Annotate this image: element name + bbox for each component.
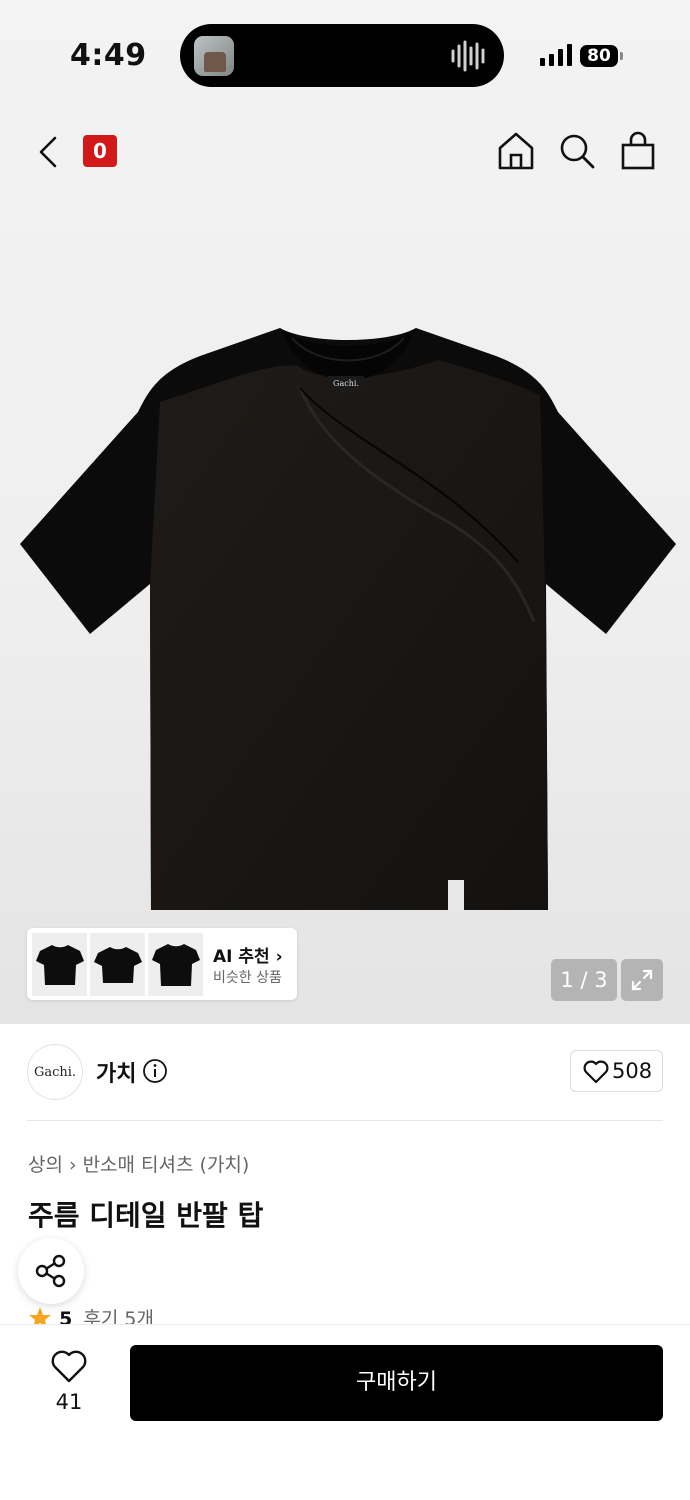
cart-count-badge[interactable]: 0	[83, 135, 117, 167]
product-title: 주름 디테일 반팔 탑	[28, 1199, 264, 1232]
status-time: 4:49	[70, 38, 147, 73]
tshirt-thumbnail-icon	[35, 944, 84, 985]
ai-recommendation-title[interactable]: AI 추천 ›	[213, 942, 283, 967]
heart-icon	[583, 1060, 609, 1084]
svg-text:Gachi.: Gachi.	[333, 379, 359, 388]
status-bar: 4:49 80	[0, 0, 690, 110]
share-icon	[35, 1254, 66, 1288]
buy-button[interactable]: 구매하기	[130, 1345, 663, 1421]
brand-like-count: 508	[612, 1059, 653, 1083]
thumbnail-1[interactable]	[32, 933, 87, 996]
chevron-right-icon: ›	[68, 1154, 77, 1176]
back-icon	[39, 136, 57, 168]
ai-recommendation-panel[interactable]: AI 추천 › 비슷한 상품	[27, 928, 297, 1000]
expand-image-button[interactable]	[621, 959, 663, 1001]
tshirt-thumbnail-icon	[93, 946, 142, 983]
product-image-area[interactable]: 4:49 80 0 Gachi. AI 추천 › 비슷한 상품 1 / 3	[0, 0, 690, 1024]
now-playing-artwork	[194, 36, 234, 76]
tshirt-thumbnail-icon	[151, 943, 200, 986]
brand-logo[interactable]: Gachi.	[27, 1044, 83, 1100]
back-button[interactable]	[28, 130, 68, 174]
product-image-tshirt: Gachi.	[20, 328, 676, 910]
share-button[interactable]	[18, 1238, 84, 1304]
thumbnail-3[interactable]	[148, 933, 203, 996]
bag-icon	[621, 131, 655, 170]
waveform-icon	[451, 40, 485, 72]
search-icon	[560, 134, 595, 169]
breadcrumb-subcategory[interactable]: 반소매 티셔츠 (가치)	[83, 1154, 250, 1176]
wishlist-button[interactable]: 41	[38, 1346, 100, 1418]
breadcrumb: 상의 › 반소매 티셔츠 (가치)	[28, 1150, 249, 1177]
shopping-bag-button[interactable]	[616, 128, 660, 174]
brand-name[interactable]: 가치	[96, 1056, 136, 1088]
home-icon	[498, 132, 534, 170]
search-button[interactable]	[555, 128, 599, 174]
expand-icon	[631, 969, 653, 991]
brand-like-button[interactable]: 508	[570, 1050, 663, 1092]
signal-icon	[540, 44, 572, 66]
ai-recommendation-subtitle: 비슷한 상품	[213, 970, 282, 986]
battery-tip	[620, 52, 623, 60]
breadcrumb-category[interactable]: 상의	[28, 1154, 63, 1176]
image-counter: 1 / 3	[551, 959, 617, 1001]
thumbnail-2[interactable]	[90, 933, 145, 996]
info-icon[interactable]	[142, 1058, 168, 1084]
wishlist-count: 41	[55, 1390, 83, 1414]
heart-icon	[51, 1350, 87, 1383]
battery-indicator: 80	[580, 45, 618, 67]
dynamic-island	[180, 24, 504, 87]
home-button[interactable]	[494, 128, 538, 174]
divider	[27, 1120, 663, 1121]
